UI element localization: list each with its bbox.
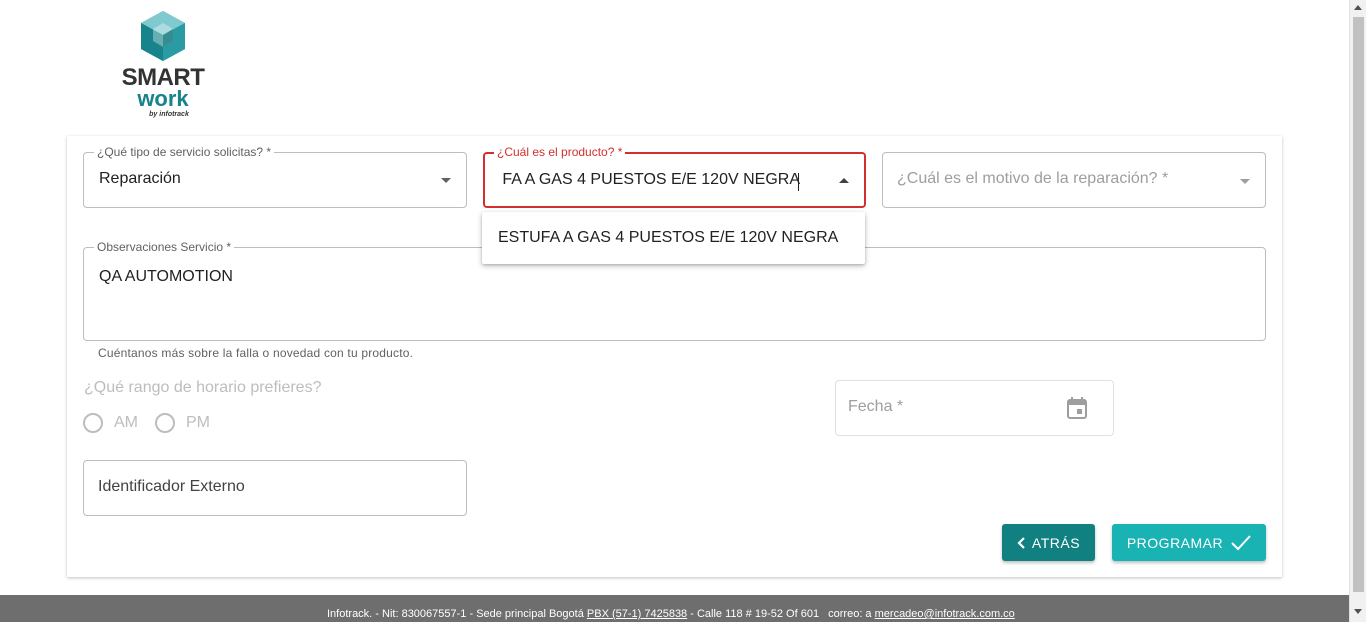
observations-label: Observaciones Servicio *	[94, 240, 235, 254]
product-input-value: FA A GAS 4 PUESTOS E/E 120V NEGRA	[502, 171, 800, 188]
service-type-value: Reparación	[99, 170, 181, 187]
am-label: AM	[114, 414, 138, 431]
product-option[interactable]: ESTUFA A GAS 4 PUESTOS E/E 120V NEGRA	[498, 229, 838, 247]
pm-label: PM	[186, 414, 210, 431]
chevron-down-icon[interactable]	[1240, 179, 1250, 184]
schedule-button[interactable]: PROGRAMAR	[1112, 524, 1266, 561]
page-scrollbar[interactable]	[1349, 0, 1366, 622]
product-autocomplete[interactable]: ¿Cuál es el producto? * FA A GAS 4 PUEST…	[483, 145, 866, 208]
smartwork-logo: SMART work by infotrack	[117, 11, 209, 121]
external-id-input[interactable]: Identificador Externo	[83, 460, 467, 516]
text-cursor	[798, 173, 799, 191]
logo-cube-icon	[141, 11, 185, 61]
service-type-select[interactable]: ¿Qué tipo de servicio solicitas? * Repar…	[83, 145, 467, 208]
schedule-button-label: PROGRAMAR	[1126, 534, 1224, 551]
footer-address: - Calle 118 # 19-52 Of 601	[690, 608, 820, 620]
chevron-down-icon[interactable]	[441, 178, 451, 183]
footer: Infotrack. - Nit: 830067557-1 - Sede pri…	[0, 595, 1349, 622]
calendar-icon[interactable]	[1067, 397, 1087, 419]
external-id-placeholder: Identificador Externo	[98, 478, 245, 495]
back-button-label: ATRÁS	[1031, 534, 1081, 551]
logo-text-by: by infotrack	[149, 111, 189, 118]
observations-value: QA AUTOMOTION	[99, 268, 233, 285]
back-button[interactable]: ATRÁS	[1002, 524, 1095, 561]
page: SMART work by infotrack ¿Qué tipo de ser…	[0, 0, 1366, 622]
check-icon	[1231, 534, 1251, 550]
repair-reason-placeholder: ¿Cuál es el motivo de la reparación? *	[897, 170, 1169, 187]
am-radio[interactable]	[83, 413, 103, 433]
logo-text-work: work	[137, 86, 189, 111]
repair-reason-select[interactable]: ¿Cuál es el motivo de la reparación? *	[882, 152, 1266, 208]
date-field[interactable]: Fecha *	[835, 380, 1114, 436]
chevron-left-icon	[1017, 536, 1025, 549]
date-placeholder: Fecha *	[848, 398, 904, 415]
product-label: ¿Cuál es el producto? *	[494, 145, 626, 159]
footer-company: Infotrack. - Nit: 830067557-1 - Sede pri…	[327, 608, 584, 620]
observations-helper-text: Cuéntanos más sobre la falla o novedad c…	[98, 346, 414, 360]
scroll-down-icon[interactable]	[1354, 609, 1362, 614]
footer-phone-link[interactable]: PBX (57-1) 7425838	[587, 608, 687, 620]
chevron-up-icon[interactable]	[839, 178, 849, 183]
service-type-label: ¿Qué tipo de servicio solicitas? *	[94, 145, 275, 159]
product-input[interactable]: FA A GAS 4 PUESTOS E/E 120V NEGRA	[497, 170, 800, 192]
pm-radio[interactable]	[155, 413, 175, 433]
footer-email-link[interactable]: mercadeo@infotrack.com.co	[875, 608, 1015, 620]
schedule-question: ¿Qué rango de horario prefieres?	[84, 379, 322, 396]
scrollbar-thumb[interactable]	[1353, 17, 1364, 592]
footer-email-prefix: correo: a	[828, 608, 872, 620]
product-options-menu: ESTUFA A GAS 4 PUESTOS E/E 120V NEGRA	[482, 212, 865, 264]
scroll-up-icon[interactable]	[1354, 5, 1362, 10]
